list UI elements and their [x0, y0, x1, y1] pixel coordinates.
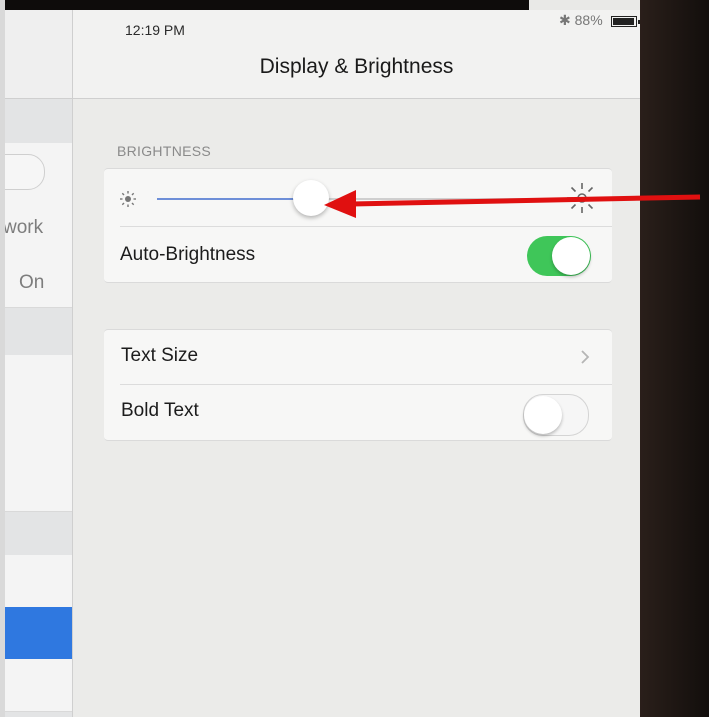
red-arrow-icon [324, 190, 701, 218]
